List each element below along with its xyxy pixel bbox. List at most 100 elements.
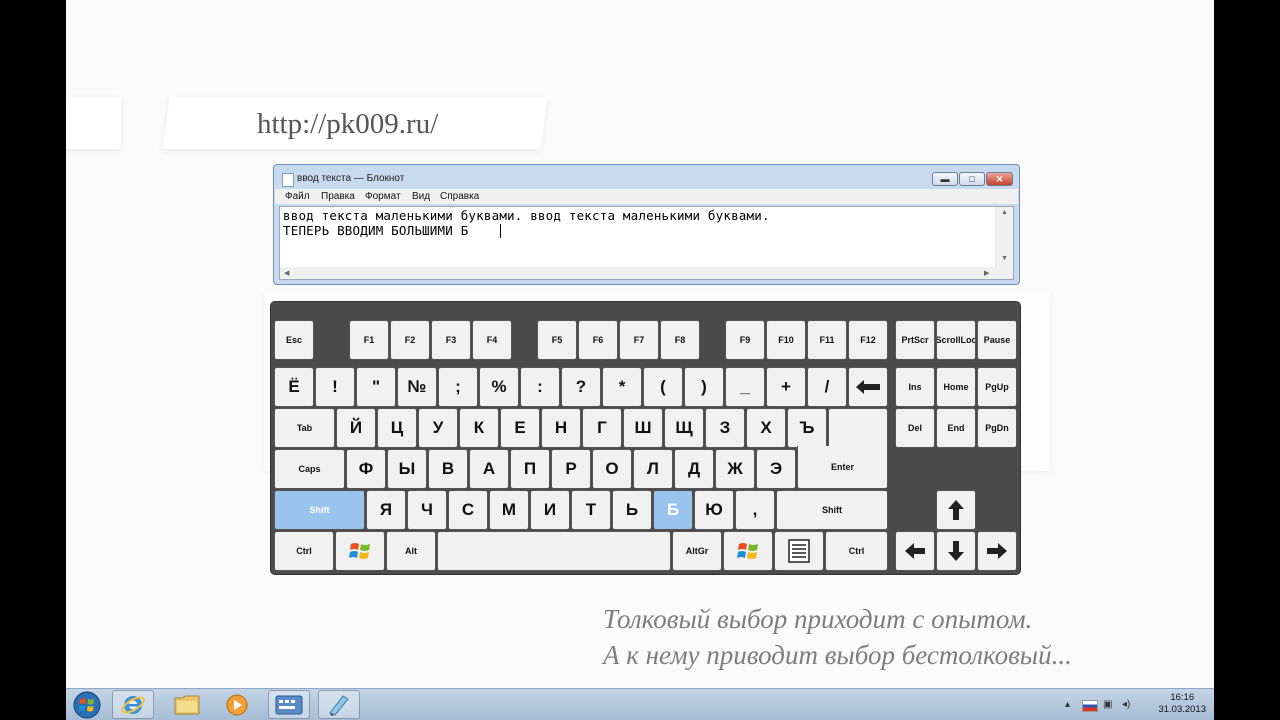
key-yo[interactable]: Ё [274, 367, 314, 407]
key-arrow-left[interactable] [895, 531, 935, 571]
taskbar-ie-button[interactable] [112, 690, 154, 719]
key-paren-close[interactable]: ) [684, 367, 724, 407]
key-г[interactable]: Г [582, 408, 622, 448]
key-win-right[interactable] [723, 531, 773, 571]
menu-format[interactable]: Формат [365, 191, 401, 202]
key-у[interactable]: У [418, 408, 458, 448]
close-button[interactable]: ✕ [986, 172, 1013, 186]
key-pgdn[interactable]: PgDn [977, 408, 1017, 448]
key-shift-left[interactable]: Shift [274, 490, 365, 530]
key-f5[interactable]: F5 [537, 320, 577, 360]
scroll-left-icon[interactable]: ◀ [284, 269, 289, 277]
key-asterisk[interactable]: * [602, 367, 642, 407]
key-ы[interactable]: Ы [387, 449, 427, 489]
key-f10[interactable]: F10 [766, 320, 806, 360]
key-ш[interactable]: Ш [623, 408, 663, 448]
key-f3[interactable]: F3 [431, 320, 471, 360]
key-я[interactable]: Я [366, 490, 406, 530]
key-question[interactable]: ? [561, 367, 601, 407]
key-с[interactable]: С [448, 490, 488, 530]
key-f8[interactable]: F8 [660, 320, 700, 360]
key-paren-open[interactable]: ( [643, 367, 683, 407]
key-exclamation[interactable]: ! [315, 367, 355, 407]
key-щ[interactable]: Щ [664, 408, 704, 448]
key-f4[interactable]: F4 [472, 320, 512, 360]
key-ъ[interactable]: Ъ [787, 408, 827, 448]
key-comma[interactable]: , [735, 490, 775, 530]
menu-view[interactable]: Вид [412, 191, 430, 202]
scroll-right-icon[interactable]: ▶ [984, 269, 989, 277]
key-arrow-down[interactable] [936, 531, 976, 571]
key-ч[interactable]: Ч [407, 490, 447, 530]
key-prtscr[interactable]: PrtScr [895, 320, 935, 360]
key-ж[interactable]: Ж [715, 449, 755, 489]
tray-expand-icon[interactable]: ▴ [1065, 699, 1070, 710]
key-enter[interactable]: Enter [797, 446, 888, 489]
key-б[interactable]: Б [653, 490, 693, 530]
key-f7[interactable]: F7 [619, 320, 659, 360]
minimize-button[interactable]: ▬ [932, 172, 958, 186]
key-f1[interactable]: F1 [349, 320, 389, 360]
volume-icon[interactable]: ◂) [1122, 699, 1130, 710]
key-tab[interactable]: Tab [274, 408, 335, 448]
key-arrow-right[interactable] [977, 531, 1017, 571]
key-т[interactable]: Т [571, 490, 611, 530]
key-р[interactable]: Р [551, 449, 591, 489]
key-к[interactable]: К [459, 408, 499, 448]
taskbar-notepad-button[interactable] [318, 690, 360, 719]
key-э[interactable]: Э [756, 449, 796, 489]
key-м[interactable]: М [489, 490, 529, 530]
key-menu[interactable] [774, 531, 824, 571]
key-win-left[interactable] [335, 531, 385, 571]
key-ins[interactable]: Ins [895, 367, 935, 407]
key-underscore[interactable]: _ [725, 367, 765, 407]
key-е[interactable]: Е [500, 408, 540, 448]
key-numero[interactable]: № [397, 367, 437, 407]
key-н[interactable]: Н [541, 408, 581, 448]
language-flag-icon[interactable] [1082, 700, 1098, 712]
start-button[interactable] [68, 690, 106, 719]
horizontal-scrollbar[interactable]: ◀ ▶ [280, 267, 997, 279]
key-semicolon[interactable]: ; [438, 367, 478, 407]
vertical-scrollbar[interactable]: ▲ ▼ [995, 207, 1013, 279]
notepad-titlebar[interactable]: ввод текста — Блокнот ▬ □ ✕ [274, 165, 1019, 189]
key-pgup[interactable]: PgUp [977, 367, 1017, 407]
key-ц[interactable]: Ц [377, 408, 417, 448]
maximize-button[interactable]: □ [959, 172, 985, 186]
key-del[interactable]: Del [895, 408, 935, 448]
key-altgr[interactable]: AltGr [672, 531, 722, 571]
key-л[interactable]: Л [633, 449, 673, 489]
menu-file[interactable]: Файл [285, 191, 310, 202]
key-home[interactable]: Home [936, 367, 976, 407]
key-colon[interactable]: : [520, 367, 560, 407]
key-ctrl-left[interactable]: Ctrl [274, 531, 334, 571]
key-f9[interactable]: F9 [725, 320, 765, 360]
taskbar-media-button[interactable] [216, 690, 258, 719]
taskbar-explorer-button[interactable] [166, 690, 208, 719]
notepad-window[interactable]: ввод текста — Блокнот ▬ □ ✕ Файл Правка … [273, 164, 1020, 285]
key-й[interactable]: Й [336, 408, 376, 448]
menu-help[interactable]: Справка [440, 191, 479, 202]
key-ю[interactable]: Ю [694, 490, 734, 530]
key-и[interactable]: И [530, 490, 570, 530]
clock[interactable]: 16:16 31.03.2013 [1158, 692, 1206, 716]
key-х[interactable]: Х [746, 408, 786, 448]
key-з[interactable]: З [705, 408, 745, 448]
scroll-up-icon[interactable]: ▲ [1001, 209, 1008, 216]
key-f2[interactable]: F2 [390, 320, 430, 360]
key-pause[interactable]: Pause [977, 320, 1017, 360]
key-end[interactable]: End [936, 408, 976, 448]
key-quote[interactable]: " [356, 367, 396, 407]
key-space[interactable] [437, 531, 671, 571]
menu-edit[interactable]: Правка [321, 191, 355, 202]
key-д[interactable]: Д [674, 449, 714, 489]
key-а[interactable]: А [469, 449, 509, 489]
key-ф[interactable]: Ф [346, 449, 386, 489]
key-backspace[interactable] [848, 367, 888, 407]
notepad-text-area[interactable]: ввод текста маленькими буквами. ввод тек… [279, 206, 1014, 280]
taskbar-keyboard-app-button[interactable] [268, 690, 310, 719]
key-esc[interactable]: Esc [274, 320, 314, 360]
key-scrolllock[interactable]: ScrollLoc [936, 320, 976, 360]
key-enter-top[interactable] [828, 408, 888, 448]
key-f11[interactable]: F11 [807, 320, 847, 360]
